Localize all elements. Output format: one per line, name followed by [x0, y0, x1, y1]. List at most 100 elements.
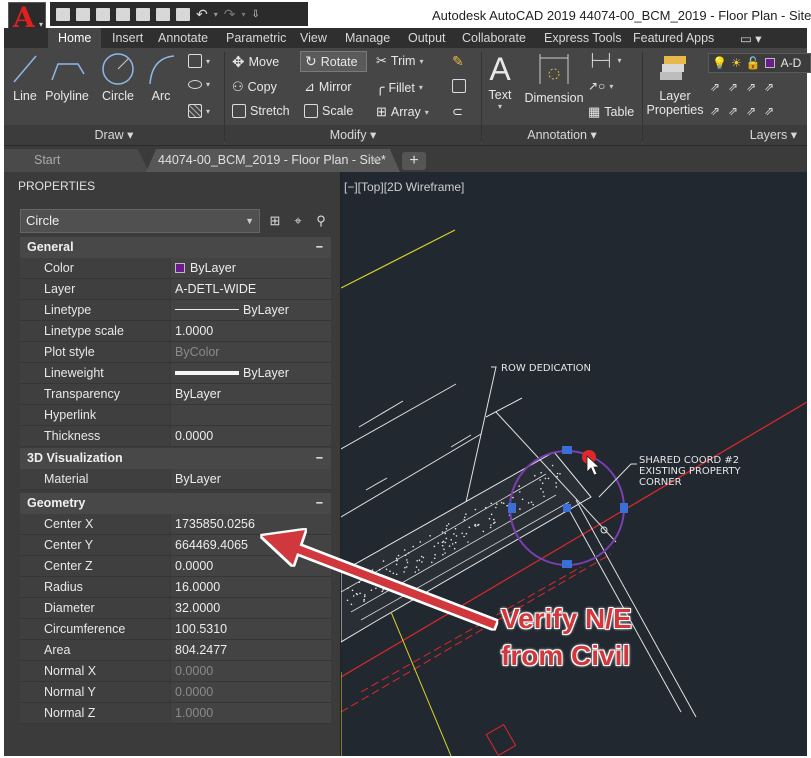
new-file-icon[interactable] [56, 7, 70, 21]
line-button[interactable]: Line [10, 52, 40, 103]
table-button[interactable]: ▦ Table [588, 104, 634, 120]
move-button[interactable]: ✥ Move [232, 53, 279, 71]
tab-collaborate[interactable]: Collaborate [462, 31, 526, 45]
rotate-button[interactable]: ↻ Rotate [300, 51, 367, 72]
dimension-button[interactable]: Dimension [522, 52, 586, 105]
fillet-button[interactable]: ╭ Fillet ▾ [376, 79, 423, 96]
select-objects-icon[interactable]: ⌖ [290, 213, 306, 229]
tab-annotate[interactable]: Annotate [158, 31, 208, 45]
linear-dimension-icon: ├─┤ [588, 53, 614, 67]
tab-output[interactable]: Output [408, 31, 446, 45]
new-tab-button[interactable]: + [402, 152, 426, 170]
hatch-dot [450, 539, 452, 541]
collapse-icon[interactable]: − [316, 493, 323, 514]
copy-button[interactable]: ⚇ Copy [232, 79, 277, 95]
close-icon[interactable]: ✕ [370, 149, 380, 172]
ellipse-button[interactable]: ▾ [188, 80, 210, 89]
property-circumference[interactable]: Circumference 100.5310 [20, 619, 331, 640]
annotation-panel-label[interactable]: Annotation ▾ [482, 125, 642, 145]
property-thickness[interactable]: Thickness 0.0000 [20, 426, 331, 447]
property-linetype-scale[interactable]: Linetype scale 1.0000 [20, 321, 331, 342]
modify-panel-label[interactable]: Modify ▾ [225, 125, 481, 145]
section-3d-visualization[interactable]: 3D Visualization − [20, 448, 331, 469]
property-color[interactable]: Color ByLayer [20, 258, 331, 279]
hatch-dot [463, 535, 465, 538]
layer-dropdown[interactable]: 💡 ☀ 🔓 A-D [708, 53, 811, 73]
plot-icon[interactable] [156, 7, 170, 21]
rectangle-button[interactable]: ▾ [188, 54, 210, 68]
property-area[interactable]: Area 804.2477 [20, 640, 331, 661]
layer-properties-button[interactable]: Layer Properties [644, 52, 706, 117]
layer-tools-row-1[interactable]: ⇗⇗⇗⇗ [710, 80, 782, 94]
object-type-select[interactable]: Circle ▼ [20, 209, 260, 233]
property-material[interactable]: Material ByLayer [20, 469, 331, 490]
tab-featured-apps[interactable]: Featured Apps [633, 31, 714, 45]
redo-dropdown-icon[interactable]: ▾ [241, 10, 245, 19]
redo-icon[interactable]: ↷ [224, 6, 236, 23]
arc-button[interactable]: Arc [146, 52, 176, 103]
section-general[interactable]: General − [20, 237, 331, 258]
hatch-dot [493, 518, 495, 521]
linear-dimension-button[interactable]: ├─┤ ▾ [588, 53, 622, 67]
text-button[interactable]: A Text ▾ [482, 50, 518, 111]
hatch-dot [347, 587, 349, 590]
trim-button[interactable]: ✂ Trim ▾ [376, 53, 423, 69]
quick-select-icon[interactable]: ⚲ [313, 213, 329, 229]
hatch-button[interactable]: ▾ [188, 104, 210, 118]
undo-icon[interactable]: ↶ [196, 6, 208, 23]
toggle-pickadd-icon[interactable]: ⊞ [267, 213, 283, 229]
layers-panel-label[interactable]: Layers ▾ [643, 125, 807, 145]
customize-qat-icon[interactable]: ⇩ [252, 9, 260, 20]
property-radius[interactable]: Radius 16.0000 [20, 577, 331, 598]
circle-button[interactable]: Circle [98, 52, 138, 103]
explode-button[interactable] [452, 79, 466, 93]
publish-icon[interactable] [136, 7, 150, 21]
tab-manage[interactable]: Manage [345, 31, 390, 45]
print-icon[interactable] [176, 7, 190, 21]
property-diameter[interactable]: Diameter 32.0000 [20, 598, 331, 619]
save-as-icon[interactable] [116, 7, 130, 21]
collapse-icon[interactable]: − [316, 448, 323, 469]
property-layer[interactable]: Layer A-DETL-WIDE [20, 279, 331, 300]
tab-insert[interactable]: Insert [112, 31, 143, 45]
viewport-controls[interactable]: [−][Top][2D Wireframe] [344, 180, 464, 194]
hatch-dot [444, 552, 446, 554]
property-normal-y[interactable]: Normal Y 0.0000 [20, 682, 331, 703]
property-center-y[interactable]: Center Y 664469.4065 [20, 535, 331, 556]
property-center-z[interactable]: Center Z 0.0000 [20, 556, 331, 577]
leader-button[interactable]: ↗○ ▾ [588, 79, 613, 93]
mirror-button[interactable]: ⊿ Mirror [304, 79, 352, 95]
tab-home[interactable]: Home [48, 28, 102, 48]
hatch-dot [397, 554, 400, 557]
section-geometry[interactable]: Geometry − [20, 493, 331, 514]
tab-express-tools[interactable]: Express Tools [544, 31, 622, 45]
property-transparency[interactable]: Transparency ByLayer [20, 384, 331, 405]
polyline-button[interactable]: Polyline [44, 52, 90, 103]
save-icon[interactable] [96, 7, 110, 21]
open-file-icon[interactable] [76, 7, 90, 21]
ribbon-minimize-icon[interactable]: ▭ ▾ [740, 31, 762, 46]
property-lineweight[interactable]: Lineweight ByLayer [20, 363, 331, 384]
tab-start[interactable]: Start [4, 149, 149, 172]
draw-panel-label[interactable]: Draw ▾ [4, 125, 224, 145]
collapse-icon[interactable]: − [316, 237, 323, 258]
property-hyperlink[interactable]: Hyperlink [20, 405, 331, 426]
property-plot-style[interactable]: Plot style ByColor [20, 342, 331, 363]
drawing-canvas[interactable]: [−][Top][2D Wireframe] ROW DEDICATION SH… [341, 172, 807, 756]
tab-drawing[interactable]: 44074-00_BCM_2019 - Floor Plan - Site* ✕ [146, 149, 400, 172]
layer-tools-row-2[interactable]: ⇗⇗⇗⇗ [710, 104, 782, 118]
tab-view[interactable]: View [300, 31, 327, 45]
property-linetype[interactable]: Linetype ByLayer [20, 300, 331, 321]
undo-dropdown-icon[interactable]: ▾ [214, 10, 218, 19]
property-normal-z[interactable]: Normal Z 1.0000 [20, 703, 331, 724]
tab-parametric[interactable]: Parametric [226, 31, 286, 45]
hatch-dot [363, 600, 365, 602]
property-center-x[interactable]: Center X 1735850.0256 [20, 514, 331, 535]
stretch-button[interactable]: Stretch [232, 104, 290, 118]
property-normal-x[interactable]: Normal X 0.0000 [20, 661, 331, 682]
offset-button[interactable]: ⊂ [452, 104, 463, 120]
array-button[interactable]: ⊞ Array ▾ [376, 104, 429, 120]
hatch-dot [555, 482, 557, 484]
scale-button[interactable]: Scale [304, 104, 353, 118]
erase-button[interactable]: ✎ [452, 53, 464, 70]
